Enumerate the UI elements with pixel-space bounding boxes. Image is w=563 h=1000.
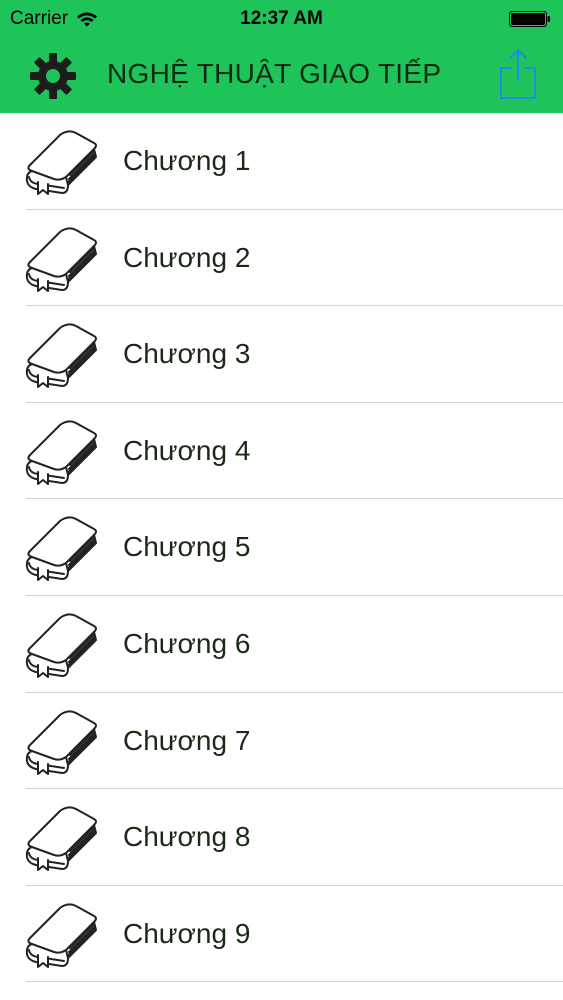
chapter-label: Chương 6 [123, 627, 251, 659]
chapter-label: Chương 1 [123, 145, 251, 176]
page-title: NGHỆ THUẬT GIAO TIẾP [107, 58, 442, 89]
book-icon [22, 127, 100, 195]
book-icon [22, 513, 100, 581]
book-icon [22, 320, 100, 388]
chapter-label: Chương 3 [123, 338, 251, 370]
chapter-row[interactable]: Chương 7 [0, 693, 563, 790]
chapter-row[interactable]: Chương 4 [0, 403, 563, 500]
chapter-list: Chương 1 Chương 2 Chương 3 Chương 4 Chươ… [0, 113, 563, 982]
chapter-row[interactable]: Chương 3 [0, 306, 563, 403]
chapter-label: Chương 8 [123, 821, 251, 853]
book-icon [22, 224, 100, 292]
chapter-label: Chương 5 [123, 531, 251, 563]
chapter-row[interactable]: Chương 1 [0, 113, 563, 210]
chapter-row[interactable]: Chương 5 [0, 499, 563, 596]
book-icon [22, 900, 100, 968]
chapter-label: Chương 2 [123, 241, 251, 273]
chapter-row[interactable]: Chương 2 [0, 210, 563, 307]
battery-icon [509, 11, 550, 27]
header-area: Carrier 12:37 AM NGHỆ THUẬT GIAO TIẾP [0, 0, 563, 113]
book-icon [22, 707, 100, 775]
book-icon [22, 610, 100, 678]
chapter-label: Chương 7 [123, 724, 251, 756]
chapter-row[interactable]: Chương 9 [0, 886, 563, 983]
chapter-row[interactable]: Chương 8 [0, 789, 563, 886]
chapter-label: Chương 9 [123, 917, 251, 949]
share-icon[interactable] [497, 48, 539, 100]
status-time: 12:37 AM [240, 8, 323, 29]
chapter-row[interactable]: Chương 6 [0, 596, 563, 693]
app-screen: Carrier 12:37 AM NGHỆ THUẬT GIAO TIẾP Ch… [0, 0, 563, 1000]
book-icon [22, 803, 100, 871]
book-icon [22, 417, 100, 485]
status-bar: Carrier 12:37 AM [0, 0, 563, 40]
chapter-label: Chương 4 [123, 434, 251, 466]
navigation-bar: NGHỆ THUẬT GIAO TIẾP [0, 40, 563, 113]
gear-icon[interactable] [28, 51, 78, 101]
